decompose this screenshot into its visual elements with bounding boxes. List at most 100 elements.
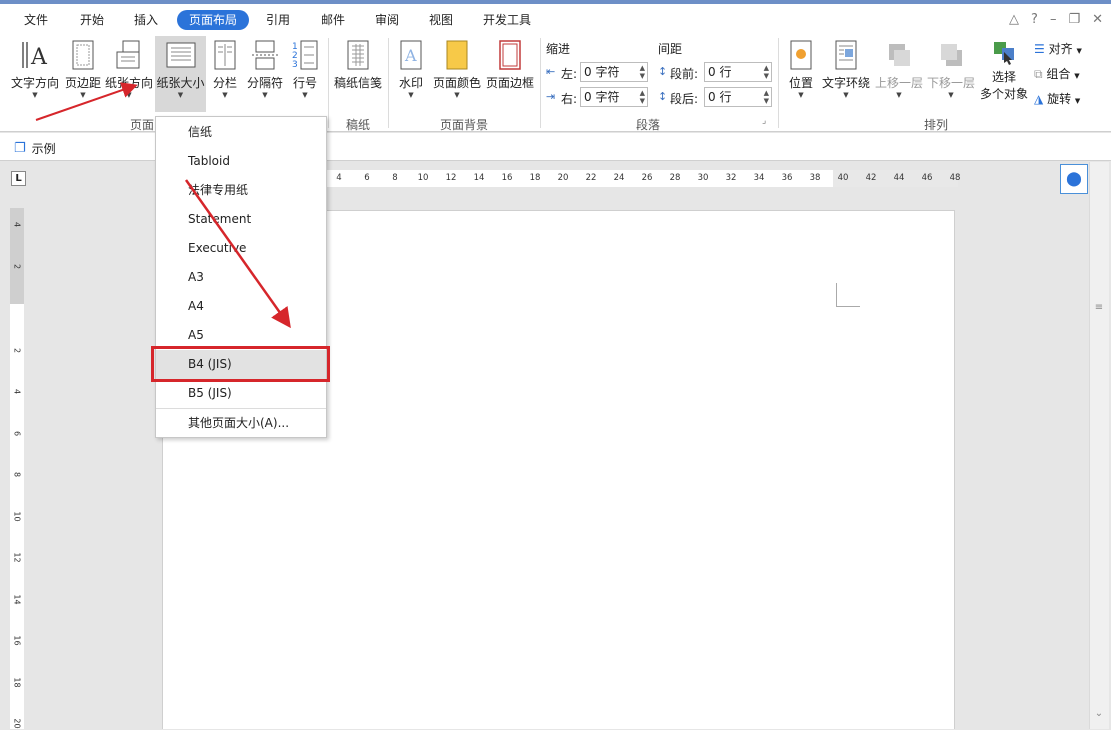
bring-forward-button[interactable]: 上移一层 ▼	[874, 38, 924, 112]
margins-button[interactable]: 页边距 ▼	[63, 38, 103, 112]
breaks-button[interactable]: 分隔符 ▼	[244, 38, 286, 112]
paper-size-option[interactable]: B5 (JIS)	[156, 379, 326, 408]
annotation-highlight-box	[151, 346, 330, 382]
ruler-tick-label: 36	[781, 173, 793, 183]
margin-corner-mark	[836, 283, 860, 307]
scroll-grip-icon[interactable]: ≡	[1093, 302, 1105, 316]
more-paper-sizes-option[interactable]: 其他页面大小(A)...	[156, 409, 326, 438]
text-direction-button[interactable]: A 文字方向 ▼	[8, 38, 62, 112]
ruler-tick-label: 8	[12, 471, 22, 478]
paper-size-button[interactable]: 纸张大小 ▼	[155, 36, 206, 112]
document-tab[interactable]: ❐ 示例	[14, 139, 56, 157]
paragraph-dialog-launcher-icon[interactable]: ⌟	[762, 116, 766, 126]
ruler-tick-label: 34	[753, 173, 765, 183]
orientation-button[interactable]: 纸张方向 ▼	[104, 38, 154, 112]
rotate-button[interactable]: ◮ 旋转 ▼	[1034, 90, 1094, 108]
group-button[interactable]: ⧉ 组合 ▼	[1034, 65, 1094, 83]
spinner-arrows-icon[interactable]: ▲ ▼	[640, 89, 645, 105]
dropdown-caret-icon: ▼	[843, 91, 849, 99]
ruler-tick-label: 18	[12, 677, 22, 688]
restore-icon[interactable]: ❐	[1068, 12, 1080, 32]
tab-references[interactable]: 引用	[260, 10, 296, 30]
ruler-tick-label: 4	[12, 221, 22, 228]
watermark-button[interactable]: A 水印 ▼	[393, 38, 429, 112]
scroll-down-icon[interactable]: ⌄	[1093, 708, 1105, 722]
ruler-tick-label: 2	[12, 347, 22, 354]
dropdown-caret-icon: ▼	[80, 91, 86, 99]
ruler-tick-label: 18	[529, 173, 541, 183]
ruler-tick-label: 16	[12, 635, 22, 646]
ruler-tick-label: 14	[12, 594, 22, 605]
spacing-after-label: 段后:	[670, 92, 699, 106]
indent-right-icon: ⇥	[546, 90, 556, 103]
ruler-tick-label: 10	[12, 511, 22, 522]
send-backward-button[interactable]: 下移一层 ▼	[926, 38, 976, 112]
spinner-arrows-icon[interactable]: ▲ ▼	[764, 89, 769, 105]
dropdown-caret-icon: ▼	[126, 91, 132, 99]
spacing-after-input[interactable]: 0 行 ▲ ▼	[704, 87, 772, 107]
line-numbers-button[interactable]: 123 行号 ▼	[287, 38, 323, 112]
page-borders-button[interactable]: 页面边框	[484, 38, 536, 112]
tab-stop-selector[interactable]: L	[11, 171, 26, 186]
columns-button[interactable]: 分栏 ▼	[207, 38, 243, 112]
tab-home[interactable]: 开始	[74, 10, 110, 30]
paper-size-option[interactable]: Executive	[156, 234, 326, 263]
indent-left-input[interactable]: 0 字符 ▲ ▼	[580, 62, 648, 82]
wrap-text-button[interactable]: 文字环绕 ▼	[820, 38, 872, 112]
indent-right-input[interactable]: 0 字符 ▲ ▼	[580, 87, 648, 107]
location-pin-icon[interactable]: ⬤	[1060, 164, 1088, 194]
paper-size-option[interactable]: 信纸	[156, 118, 326, 147]
ruler-tick-label: 6	[364, 173, 370, 183]
dropdown-caret-icon: ▼	[32, 91, 38, 99]
paper-size-option[interactable]: A3	[156, 263, 326, 292]
ribbon-collapse-icon[interactable]: △	[1009, 12, 1019, 32]
rotate-icon: ◮	[1034, 92, 1044, 106]
paper-size-option[interactable]: A4	[156, 292, 326, 321]
ruler-tick-label: 26	[641, 173, 653, 183]
paper-size-option[interactable]: 法律专用纸	[156, 176, 326, 205]
ruler-tick-label: 42	[865, 173, 877, 183]
ruler-tick-label: 38	[809, 173, 821, 183]
page-color-button[interactable]: 页面颜色 ▼	[431, 38, 483, 112]
minimize-icon[interactable]: –	[1050, 12, 1057, 32]
tab-file[interactable]: 文件	[18, 10, 54, 30]
spinner-arrows-icon[interactable]: ▲ ▼	[764, 64, 769, 80]
svg-text:3: 3	[292, 60, 298, 70]
spacing-heading: 间距	[658, 42, 683, 56]
manuscript-button[interactable]: 稿纸信笺	[332, 38, 384, 112]
paper-size-dropdown: 信纸 Tabloid 法律专用纸 Statement Executive A3 A4 A5 B4…	[155, 116, 327, 438]
dropdown-caret-icon: ▼	[408, 91, 414, 99]
tab-page-layout[interactable]: 页面布局	[177, 10, 249, 30]
indent-left-icon: ⇤	[546, 65, 556, 78]
paper-size-option[interactable]: Statement	[156, 205, 326, 234]
spacing-after-icon: ↕	[658, 90, 668, 103]
vertical-ruler[interactable]: 4 2 2 4 6 8 10 12 14 16 18 20	[10, 208, 24, 729]
ruler-tick-label: 20	[557, 173, 569, 183]
spacing-before-icon: ↕	[658, 65, 668, 78]
dropdown-caret-icon: ▼	[302, 91, 308, 99]
selection-pane-button[interactable]: 选择 多个对象	[978, 38, 1030, 112]
vertical-scrollbar[interactable]: ⬤ ≡ ⌄	[1060, 162, 1109, 729]
tab-developer[interactable]: 开发工具	[476, 10, 538, 30]
spacing-before-input[interactable]: 0 行 ▲ ▼	[704, 62, 772, 82]
dropdown-caret-icon: ▼	[1074, 72, 1080, 80]
indent-heading: 缩进	[546, 42, 571, 56]
tab-view[interactable]: 视图	[423, 10, 459, 30]
group-label-page-background: 页面背景	[439, 118, 488, 132]
dropdown-caret-icon: ▼	[948, 91, 954, 99]
tab-mailings[interactable]: 邮件	[315, 10, 351, 30]
ruler-tick-label: 16	[501, 173, 513, 183]
help-icon[interactable]: ?	[1031, 12, 1038, 32]
spinner-arrows-icon[interactable]: ▲ ▼	[640, 64, 645, 80]
position-button[interactable]: 位置 ▼	[784, 38, 818, 112]
paper-size-option[interactable]: Tabloid	[156, 147, 326, 176]
ruler-tick-label: 12	[12, 552, 22, 563]
horizontal-ruler[interactable]: 4 6 8 10 12 14 16 18 20 22 24 26 28 30 32 34 36 38 40 42 44 4…	[326, 170, 960, 187]
tab-review[interactable]: 审阅	[369, 10, 405, 30]
wrap-text-icon	[835, 40, 857, 70]
align-button[interactable]: ☰ 对齐 ▼	[1034, 40, 1094, 58]
ruler-tick-label: 30	[697, 173, 709, 183]
close-icon[interactable]: ✕	[1092, 12, 1103, 32]
tab-insert[interactable]: 插入	[128, 10, 164, 30]
text-direction-icon: A	[22, 42, 48, 70]
